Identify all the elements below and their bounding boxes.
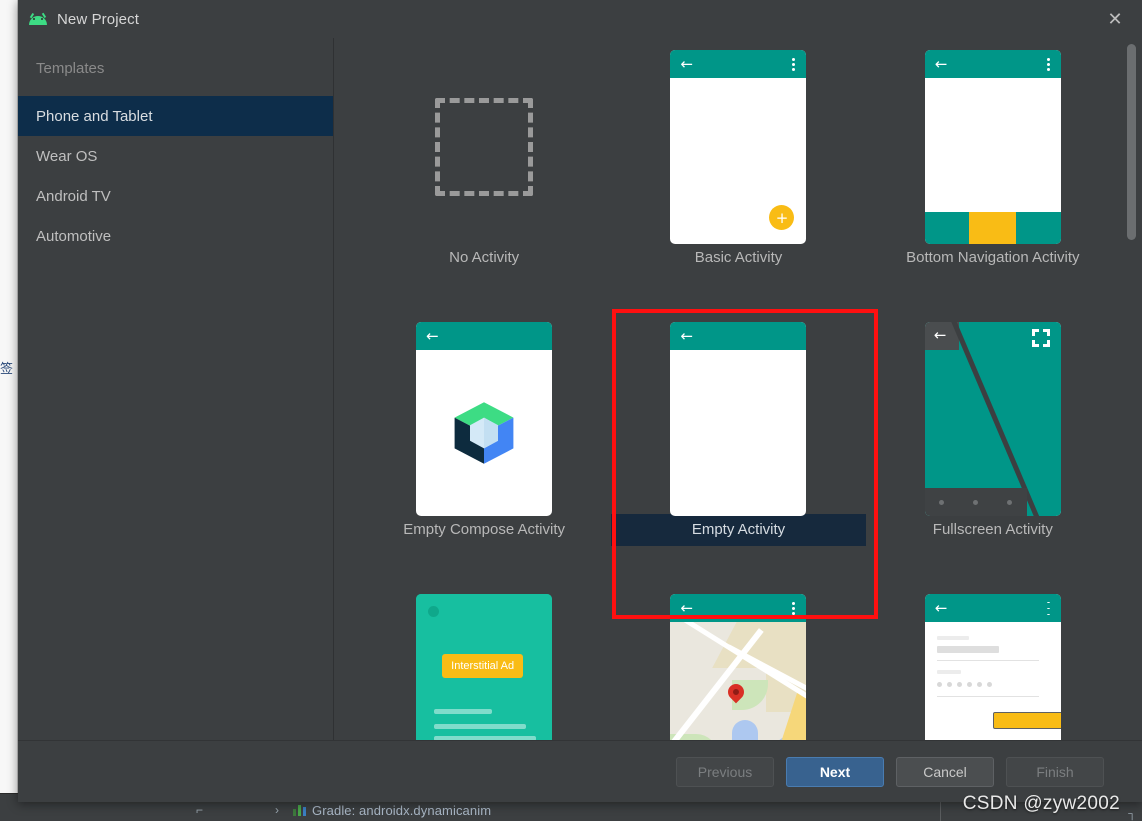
- back-arrow-icon: ←: [933, 326, 947, 344]
- template-thumbnail: ←: [416, 310, 553, 516]
- overflow-menu-icon: [792, 58, 796, 71]
- expand-fullscreen-icon: [1031, 329, 1050, 347]
- fullscreen-bottom-bar: [924, 488, 1027, 516]
- template-label: Empty Activity: [611, 514, 866, 546]
- finish-button[interactable]: Finish: [1006, 756, 1104, 787]
- template-thumbnail: [435, 38, 534, 242]
- new-project-dialog: New Project ✕ Templates Phone and Tablet…: [18, 0, 1142, 802]
- tree-item-label: Gradle: androidx.dynamicanim: [312, 802, 492, 818]
- app-toolbar: ←: [670, 322, 807, 350]
- dialog-title: New Project: [57, 10, 139, 28]
- floating-action-button-icon: +: [769, 205, 795, 230]
- template-card-empty-activity[interactable]: ← Empty Activity: [611, 310, 866, 582]
- overflow-menu-icon: [792, 602, 796, 615]
- dialog-footer: Previous Next Cancel Finish: [18, 740, 1142, 802]
- ide-tree-row[interactable]: ⌐ › Gradle: androidx.dynamicanim: [0, 799, 1142, 821]
- field-hint-line: [936, 670, 961, 674]
- app-toolbar: ←: [924, 50, 1061, 78]
- ide-corner-glyph: ┐: [1128, 808, 1136, 820]
- sidebar-item-automotive[interactable]: Automotive: [18, 216, 333, 256]
- sidebar-item-wear-os[interactable]: Wear OS: [18, 136, 333, 176]
- app-toolbar: ←: [416, 322, 553, 350]
- template-card-bottom-navigation-activity[interactable]: ← Bottom Navigation Activity: [866, 38, 1120, 310]
- login-submit-button: [992, 712, 1061, 729]
- template-card-google-maps-activity[interactable]: ←: [611, 582, 865, 740]
- next-button[interactable]: Next: [786, 756, 884, 787]
- sidebar-item-android-tv[interactable]: Android TV: [18, 176, 333, 216]
- template-card-fullscreen-activity[interactable]: ← Fullscreen Activity: [866, 310, 1120, 582]
- placeholder-line: [434, 724, 527, 729]
- field-hint-line: [936, 636, 969, 640]
- phone-mockup: ← +: [670, 50, 807, 244]
- template-card-empty-compose-activity[interactable]: ← Empty Compose Activity: [357, 310, 611, 582]
- back-arrow-icon: ←: [680, 599, 694, 617]
- phone-mockup: ←: [924, 322, 1061, 516]
- template-label: Bottom Navigation Activity: [906, 249, 1080, 266]
- overflow-menu-icon: [1046, 58, 1050, 71]
- phone-mockup: ←: [416, 322, 553, 516]
- ide-panel-divider: [940, 799, 941, 821]
- field-underline: [936, 660, 1039, 661]
- map-view: [670, 622, 807, 740]
- template-thumbnail: ←: [670, 310, 807, 516]
- back-arrow-icon: ←: [426, 327, 439, 345]
- password-dots-icon: [936, 682, 992, 687]
- cancel-button[interactable]: Cancel: [896, 756, 994, 787]
- chevron-right-icon[interactable]: ›: [275, 803, 279, 817]
- template-thumbnail: ←: [670, 582, 807, 740]
- template-thumbnail: Interstitial Ad: [416, 582, 553, 740]
- phone-mockup: ←: [924, 50, 1061, 244]
- back-arrow-icon: ←: [680, 55, 694, 73]
- backdrop-glyph: 签: [0, 362, 14, 377]
- sidebar-item-label: Wear OS: [36, 147, 98, 165]
- dashed-square-icon: [435, 98, 534, 196]
- app-toolbar: ←: [924, 594, 1061, 622]
- sidebar-item-label: Automotive: [36, 227, 112, 245]
- tree-tick-glyph: ⌐: [196, 803, 204, 817]
- android-robot-icon: [28, 12, 48, 25]
- previous-button[interactable]: Previous: [676, 756, 774, 787]
- sidebar-item-label: Phone and Tablet: [36, 107, 153, 125]
- back-arrow-icon: ←: [934, 55, 948, 73]
- back-arrow-icon: ←: [934, 599, 948, 617]
- sidebar-list: Phone and Tablet Wear OS Android TV Auto…: [18, 96, 333, 256]
- field-underline: [936, 696, 1039, 697]
- template-label: Fullscreen Activity: [932, 521, 1053, 538]
- template-thumbnail: ←: [924, 38, 1061, 244]
- template-thumbnail: ←: [924, 582, 1061, 740]
- phone-mockup: Interstitial Ad: [416, 594, 553, 740]
- app-toolbar: ←: [670, 50, 807, 78]
- jetpack-compose-icon: [454, 402, 514, 464]
- bottom-navigation-bar: [924, 212, 1061, 244]
- template-gallery: No Activity ← + Basic Activity ← Bottom …: [335, 38, 1142, 740]
- back-arrow-icon: ←: [680, 327, 694, 345]
- templates-sidebar: Templates Phone and Tablet Wear OS Andro…: [18, 38, 334, 740]
- sidebar-heading: Templates: [36, 60, 105, 77]
- template-card-login-activity[interactable]: ← Login Activity: [866, 582, 1120, 740]
- gallery-scrollbar[interactable]: [1127, 44, 1136, 240]
- template-label: No Activity: [449, 249, 520, 266]
- template-thumbnail: ← +: [670, 38, 807, 244]
- overflow-menu-icon: [1046, 602, 1050, 615]
- template-thumbnail: ←: [924, 310, 1061, 516]
- sidebar-item-label: Android TV: [36, 187, 111, 205]
- phone-mockup: ←: [924, 594, 1061, 740]
- template-grid: No Activity ← + Basic Activity ← Bottom …: [335, 38, 1142, 740]
- close-icon[interactable]: ✕: [1102, 6, 1128, 32]
- app-toolbar: ←: [670, 594, 807, 622]
- ide-left-gutter: [0, 0, 18, 793]
- template-card-admob-activity[interactable]: Interstitial Ad Google AdMob Ads Activit…: [357, 582, 611, 740]
- template-card-no-activity[interactable]: No Activity: [357, 38, 611, 310]
- template-label: Empty Compose Activity: [403, 521, 566, 538]
- interstitial-ad-button: Interstitial Ad: [442, 654, 524, 678]
- phone-mockup: ←: [670, 322, 807, 516]
- placeholder-line: [434, 709, 493, 714]
- field-value-line: [936, 646, 999, 653]
- library-icon: [293, 804, 307, 816]
- sidebar-item-phone-and-tablet[interactable]: Phone and Tablet: [18, 96, 333, 136]
- dialog-titlebar: New Project ✕: [18, 0, 1142, 38]
- template-label: Basic Activity: [694, 249, 783, 266]
- template-card-basic-activity[interactable]: ← + Basic Activity: [611, 38, 865, 310]
- phone-mockup: ←: [670, 594, 807, 740]
